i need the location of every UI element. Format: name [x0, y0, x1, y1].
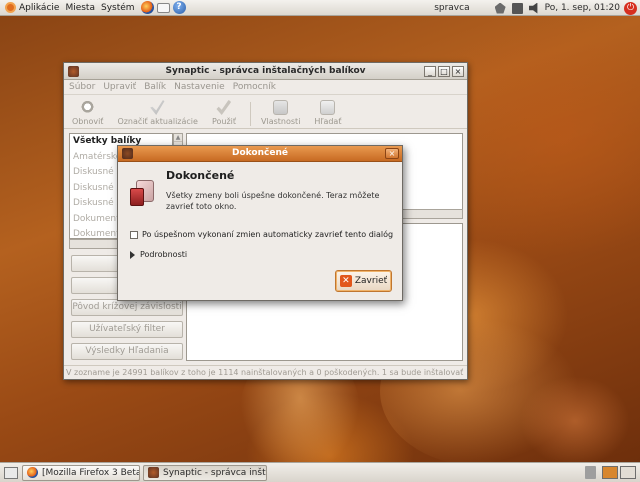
auto-close-checkbox[interactable] — [130, 230, 138, 239]
menu-settings[interactable]: Nastavenie — [174, 82, 225, 92]
search-results-button[interactable]: Výsledky Hľadania — [71, 343, 183, 360]
show-desktop-icon[interactable] — [4, 466, 18, 479]
dialog-message: Všetky zmeny boli úspešne dokončené. Ter… — [166, 191, 380, 211]
auto-close-option[interactable]: Po úspešnom vykonaní zmien automaticky z… — [130, 230, 393, 239]
menu-help[interactable]: Pomocník — [233, 82, 276, 92]
details-label: Podrobnosti — [140, 250, 188, 259]
firefox-icon[interactable] — [140, 1, 154, 14]
volume-icon[interactable] — [528, 2, 538, 14]
workspace-1[interactable] — [602, 466, 618, 479]
completion-dialog: Dokončené × Dokončené Všetky zmeny boli … — [117, 145, 403, 301]
top-panel: Aplikácie Miesta Systém ? spravca Po, 1.… — [0, 0, 640, 16]
notes-icon[interactable] — [511, 2, 523, 14]
menu-file[interactable]: Súbor — [69, 82, 95, 92]
synaptic-app-icon — [148, 467, 159, 478]
workspace-2[interactable] — [620, 466, 636, 479]
network-icon[interactable] — [494, 2, 506, 14]
power-icon[interactable]: ⏻ — [624, 1, 637, 15]
applications-menu-label: Aplikácie — [19, 2, 60, 13]
close-button[interactable]: ✕ Zavrieť — [335, 270, 392, 292]
trash-icon[interactable] — [585, 466, 596, 479]
help-icon[interactable]: ? — [172, 1, 186, 14]
bottom-panel: [Mozilla Firefox 3 Beta 5] Synaptic - sp… — [0, 462, 640, 482]
dialog-close-icon[interactable]: × — [385, 148, 399, 159]
search-label: Hľadať — [314, 117, 342, 126]
dialog-titlebar[interactable]: Dokončené × — [118, 146, 402, 162]
applications-menu[interactable]: Aplikácie — [2, 0, 62, 16]
places-menu[interactable]: Miesta — [62, 0, 98, 16]
properties-icon — [273, 100, 289, 115]
system-menu[interactable]: Systém — [98, 0, 138, 16]
properties-button[interactable]: Vlastnosti — [261, 100, 300, 128]
scroll-up-icon[interactable]: ▲ — [174, 134, 182, 142]
close-button-label: Zavrieť — [354, 276, 388, 286]
user-switcher[interactable]: spravca — [434, 3, 469, 13]
close-window-button[interactable]: × — [452, 66, 464, 77]
clock[interactable]: Po, 1. sep, 01:20 — [545, 3, 620, 13]
menubar: Súbor Upraviť Balík Nastavenie Pomocník — [64, 80, 467, 95]
mark-upgrades-label: Označiť aktualizácie — [117, 117, 198, 126]
package-icon — [130, 178, 158, 208]
apply-icon — [216, 100, 232, 115]
reload-label: Obnoviť — [72, 117, 104, 126]
window-title: Synaptic - správca inštalačných balíkov — [165, 66, 366, 76]
apply-button[interactable]: Použiť — [212, 100, 236, 128]
apply-label: Použiť — [211, 117, 237, 126]
system-tray: spravca Po, 1. sep, 01:20 ⏻ — [434, 0, 640, 16]
origin-button[interactable]: Pôvod krížovej závislosti — [71, 299, 183, 316]
dialog-title: Dokončené — [232, 148, 288, 158]
dialog-heading: Dokončené — [166, 169, 235, 182]
reload-icon — [80, 100, 96, 115]
taskbar-item-firefox[interactable]: [Mozilla Firefox 3 Beta 5] — [22, 464, 140, 481]
taskbar-item-synaptic[interactable]: Synaptic - správca inšt... — [143, 464, 267, 481]
reload-button[interactable]: Obnoviť — [72, 100, 103, 128]
toolbar: Obnoviť Označiť aktualizácie Použiť Vlas… — [64, 95, 467, 129]
synaptic-titlebar[interactable]: Synaptic - správca inštalačných balíkov … — [64, 63, 467, 80]
places-menu-label: Miesta — [65, 2, 95, 13]
maximize-button[interactable]: □ — [438, 66, 450, 77]
wallpaper-flame — [520, 376, 630, 466]
toolbar-separator — [250, 102, 252, 126]
expander-arrow-icon — [130, 250, 135, 259]
properties-label: Vlastnosti — [261, 117, 301, 126]
menu-package[interactable]: Balík — [144, 82, 166, 92]
mail-icon[interactable] — [156, 2, 170, 13]
search-button[interactable]: Hľadať — [314, 100, 341, 128]
mark-upgrades-button[interactable]: Označiť aktualizácie — [117, 100, 198, 128]
package-badge-icon — [130, 188, 144, 206]
system-menu-label: Systém — [100, 2, 135, 13]
ubuntu-logo-icon — [5, 2, 16, 13]
auto-close-label: Po úspešnom vykonaní zmien automaticky z… — [142, 230, 394, 239]
search-icon — [320, 100, 336, 115]
mark-upgrades-icon — [150, 100, 166, 115]
menu-edit[interactable]: Upraviť — [103, 82, 136, 92]
statusbar: V zozname je 24991 balíkov z toho je 111… — [64, 365, 467, 379]
details-expander[interactable]: Podrobnosti — [130, 250, 187, 259]
taskbar-item-label: Synaptic - správca inšt... — [163, 467, 267, 478]
taskbar-item-label: [Mozilla Firefox 3 Beta 5] — [42, 467, 140, 478]
close-icon: ✕ — [339, 275, 352, 287]
custom-filter-button[interactable]: Užívateľský filter — [71, 321, 183, 338]
minimize-button[interactable]: _ — [424, 66, 436, 77]
firefox-icon — [27, 467, 38, 478]
